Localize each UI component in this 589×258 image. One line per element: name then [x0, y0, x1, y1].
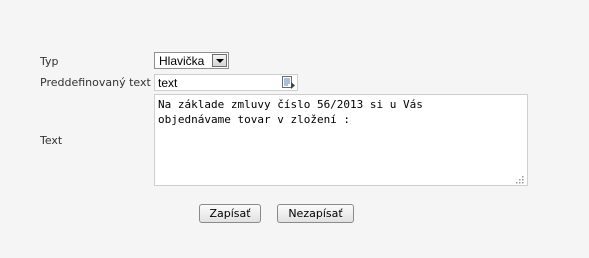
predefined-text-input[interactable]: text	[154, 74, 298, 91]
type-select-value: Hlavička	[159, 54, 205, 68]
save-button[interactable]: Zapísať	[199, 204, 261, 223]
predefined-text-label: Preddefinovaný text	[40, 76, 151, 89]
type-select[interactable]: Hlavička	[154, 52, 229, 69]
type-label: Typ	[40, 55, 59, 68]
list-picker-icon[interactable]	[282, 76, 296, 89]
text-textarea-value: Na základe zmluvy číslo 56/2013 si u Vás…	[158, 98, 423, 126]
predefined-text-value: text	[158, 76, 178, 90]
resize-grip-icon[interactable]	[516, 174, 524, 184]
chevron-down-icon[interactable]	[212, 54, 227, 67]
text-textarea[interactable]: Na základe zmluvy číslo 56/2013 si u Vás…	[154, 94, 528, 186]
text-label: Text	[40, 134, 63, 147]
cancel-button[interactable]: Nezapísať	[277, 204, 354, 223]
